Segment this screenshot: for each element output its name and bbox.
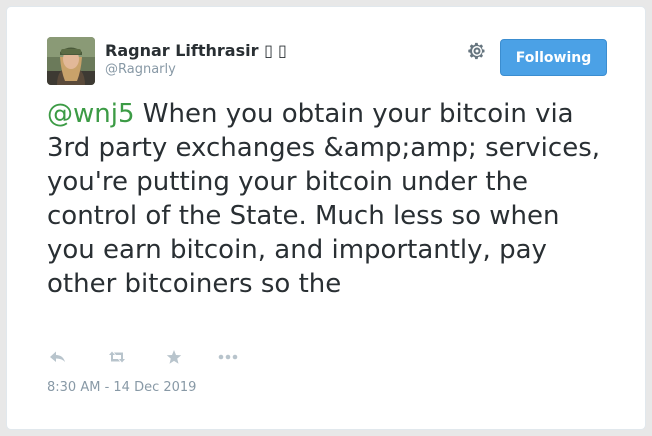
author-handle[interactable]: @Ragnarly: [105, 62, 176, 78]
following-button[interactable]: Following: [500, 39, 607, 76]
profile-photo-icon: [47, 37, 95, 85]
reply-icon[interactable]: [47, 347, 69, 367]
mention-link[interactable]: @wnj5: [47, 99, 135, 129]
tweet-card: Ragnar Lifthrasir ▯ ▯ @Ragnarly Followin…: [6, 6, 646, 430]
favorite-star-icon[interactable]: [163, 347, 185, 367]
retweet-icon[interactable]: [106, 347, 128, 367]
tweet-timestamp[interactable]: 8:30 AM - 14 Dec 2019: [47, 380, 196, 395]
gear-icon[interactable]: [467, 41, 487, 61]
more-icon[interactable]: [217, 347, 239, 367]
avatar[interactable]: [47, 37, 95, 85]
tweet-body: When you obtain your bitcoin via 3rd par…: [47, 99, 601, 299]
author-name-emoji-glyphs: ▯ ▯: [264, 41, 287, 60]
author-name-text: Ragnar Lifthrasir: [105, 41, 259, 60]
tweet-text: @wnj5 When you obtain your bitcoin via 3…: [47, 97, 607, 301]
author-name[interactable]: Ragnar Lifthrasir ▯ ▯: [105, 41, 287, 61]
